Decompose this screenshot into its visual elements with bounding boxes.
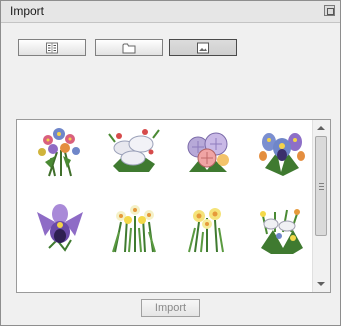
import-button[interactable]: Import (141, 299, 200, 317)
folder-icon (122, 43, 136, 53)
scroll-down-icon[interactable] (317, 282, 325, 286)
import-panel: Import Import (0, 0, 341, 326)
title-bar: Import (1, 1, 340, 23)
list-view-button[interactable] (18, 39, 86, 56)
orchid-icon[interactable] (31, 198, 89, 256)
orchid-bouquet-icon[interactable] (253, 122, 311, 180)
daffodils-icon[interactable] (105, 198, 163, 256)
list-icon (46, 42, 58, 53)
panel-title: Import (10, 4, 45, 18)
restore-icon[interactable] (324, 5, 335, 16)
chrysanthemum-icon[interactable] (179, 122, 237, 180)
gallery-scrollbar[interactable] (312, 120, 330, 292)
white-flowers-icon[interactable] (105, 122, 163, 180)
yellow-daffodils-icon[interactable] (179, 198, 237, 256)
folder-view-button[interactable] (95, 39, 163, 56)
spring-bouquet-icon[interactable] (253, 198, 311, 256)
scroll-up-icon[interactable] (317, 126, 325, 130)
scroll-thumb[interactable] (315, 136, 327, 236)
image-view-button[interactable] (169, 39, 237, 56)
image-icon (197, 42, 209, 53)
image-gallery[interactable] (16, 119, 331, 293)
flower-bouquet-icon[interactable] (31, 122, 89, 180)
